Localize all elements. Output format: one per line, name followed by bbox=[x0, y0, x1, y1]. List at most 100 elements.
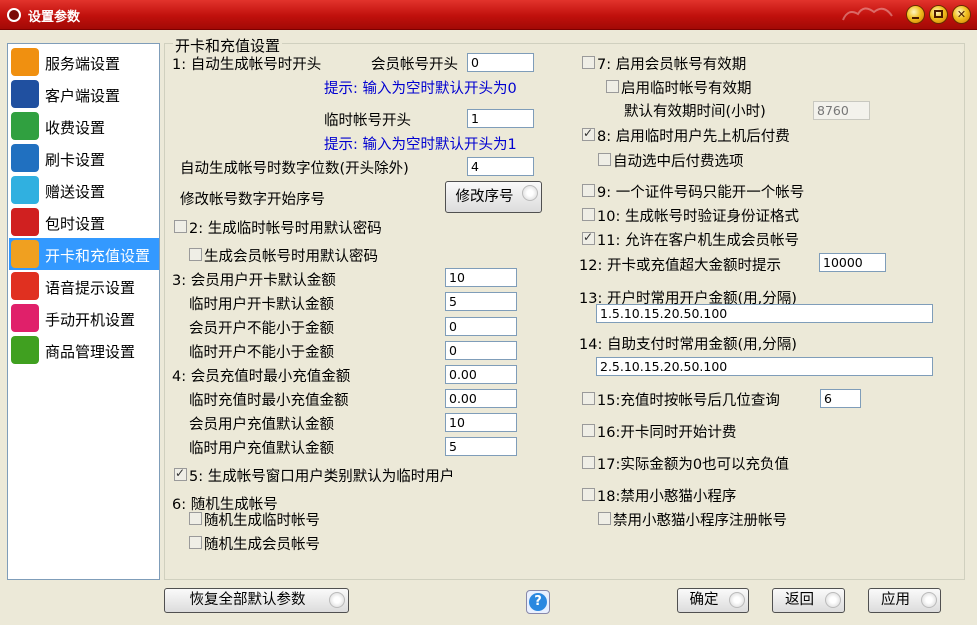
title-bar: 设置参数 ✕ bbox=[0, 0, 977, 30]
shopping-cart-icon bbox=[11, 336, 39, 364]
app-icon bbox=[7, 8, 21, 22]
s2b-label: 生成会员帐号时用默认密码 bbox=[204, 249, 378, 265]
s4-label: 4: 会员充值时最小充值金额 bbox=[172, 369, 351, 385]
s6b-checkbox[interactable] bbox=[189, 536, 202, 549]
s7-checkbox[interactable] bbox=[582, 56, 595, 69]
member-prefix-input[interactable]: 0 bbox=[467, 53, 534, 72]
minimize-icon bbox=[912, 17, 919, 19]
s17-label: 17:实际金额为0也可以充负值 bbox=[597, 457, 790, 473]
member-prefix-hint: 提示: 输入为空时默认开头为0 bbox=[324, 81, 517, 97]
s15-checkbox[interactable] bbox=[582, 392, 595, 405]
s3-input[interactable]: 10 bbox=[445, 268, 517, 287]
s15-input[interactable]: 6 bbox=[820, 389, 861, 408]
s2-label: 2: 生成临时帐号时用默认密码 bbox=[189, 221, 382, 237]
temp-prefix-label: 临时帐号开头 bbox=[324, 113, 411, 129]
restore-defaults-button[interactable]: 恢复全部默认参数 bbox=[164, 588, 349, 613]
sidebar-item-billing[interactable]: 收费设置 bbox=[9, 110, 159, 142]
s15-label: 15:充值时按帐号后几位查询 bbox=[597, 393, 780, 409]
temp-min-label: 临时开户不能小于金额 bbox=[189, 345, 334, 361]
sidebar-item-client[interactable]: 客户端设置 bbox=[9, 78, 159, 110]
minimize-button[interactable] bbox=[906, 5, 925, 24]
s5-label: 5: 生成帐号窗口用户类别默认为临时用户 bbox=[189, 469, 455, 485]
settings-panel: 开卡和充值设置 1: 自动生成帐号时开头 会员帐号开头 0 提示: 输入为空时默… bbox=[164, 35, 965, 580]
window-title: 设置参数 bbox=[28, 10, 81, 25]
sidebar-item-goods[interactable]: 商品管理设置 bbox=[9, 334, 159, 366]
s16-label: 16:开卡同时开始计费 bbox=[597, 425, 737, 441]
s8-label: 8: 启用临时用户先上机后付费 bbox=[597, 129, 790, 145]
digits-label: 自动生成帐号时数字位数(开头除外) bbox=[180, 161, 409, 177]
member-recharge-default-input[interactable]: 10 bbox=[445, 413, 517, 432]
gift-icon bbox=[11, 176, 39, 204]
close-button[interactable]: ✕ bbox=[952, 5, 971, 24]
temp-min-input[interactable]: 0 bbox=[445, 341, 517, 360]
sidebar-item-manual-boot[interactable]: 手动开机设置 bbox=[9, 302, 159, 334]
s7b-checkbox[interactable] bbox=[606, 80, 619, 93]
s10-label: 10: 生成帐号时验证身份证格式 bbox=[597, 209, 799, 225]
modify-start-label: 修改帐号数字开始序号 bbox=[180, 192, 325, 208]
ok-button[interactable]: 确定 bbox=[677, 588, 749, 613]
sidebar-item-gift[interactable]: 赠送设置 bbox=[9, 174, 159, 206]
s17-checkbox[interactable] bbox=[582, 456, 595, 469]
s6a-checkbox[interactable] bbox=[189, 512, 202, 525]
s16-checkbox[interactable] bbox=[582, 424, 595, 437]
s2-checkbox[interactable] bbox=[174, 220, 187, 233]
cloud-ornament-icon bbox=[842, 7, 893, 21]
apply-button[interactable]: 应用 bbox=[868, 588, 941, 613]
s1-label: 1: 自动生成帐号时开头 bbox=[172, 57, 322, 73]
temp-recharge-min-input[interactable]: 0.00 bbox=[445, 389, 517, 408]
s7b-label: 启用临时帐号有效期 bbox=[621, 81, 752, 97]
sidebar-item-card-recharge[interactable]: 开卡和充值设置 bbox=[9, 238, 159, 270]
s14-label: 14: 自助支付时常用金额(用,分隔) bbox=[579, 337, 797, 353]
maximize-icon bbox=[934, 10, 943, 18]
help-icon: ? bbox=[529, 593, 547, 611]
server-icon bbox=[11, 48, 39, 76]
digits-input[interactable]: 4 bbox=[467, 157, 534, 176]
s14-input[interactable]: 2.5.10.15.20.50.100 bbox=[596, 357, 933, 376]
s12-input[interactable]: 10000 bbox=[819, 253, 886, 272]
sidebar-item-package[interactable]: 包时设置 bbox=[9, 206, 159, 238]
s18b-label: 禁用小憨猫小程序注册帐号 bbox=[613, 513, 787, 529]
s18-label: 18:禁用小憨猫小程序 bbox=[597, 489, 737, 505]
sidebar-item-voice[interactable]: 语音提示设置 bbox=[9, 270, 159, 302]
s10-checkbox[interactable] bbox=[582, 208, 595, 221]
member-min-input[interactable]: 0 bbox=[445, 317, 517, 336]
s8b-label: 自动选中后付费选项 bbox=[613, 154, 744, 170]
s3-label: 3: 会员用户开卡默认金额 bbox=[172, 273, 336, 289]
timer-icon bbox=[11, 208, 39, 236]
s8b-checkbox[interactable] bbox=[598, 153, 611, 166]
help-button[interactable]: ? bbox=[526, 590, 550, 614]
temp-recharge-min-label: 临时充值时最小充值金额 bbox=[189, 393, 349, 409]
member-recharge-default-label: 会员用户充值默认金额 bbox=[189, 417, 334, 433]
temp-open-label: 临时用户开卡默认金额 bbox=[189, 297, 334, 313]
s9-checkbox[interactable] bbox=[582, 184, 595, 197]
s6a-label: 随机生成临时帐号 bbox=[204, 513, 320, 529]
validity-label: 默认有效期时间(小时) bbox=[624, 104, 766, 120]
back-button[interactable]: 返回 bbox=[772, 588, 845, 613]
sidebar-item-card[interactable]: 刷卡设置 bbox=[9, 142, 159, 174]
id-card-icon bbox=[11, 240, 39, 268]
temp-recharge-default-input[interactable]: 5 bbox=[445, 437, 517, 456]
sidebar-item-server[interactable]: 服务端设置 bbox=[9, 46, 159, 78]
maximize-button[interactable] bbox=[929, 5, 948, 24]
validity-input[interactable]: 8760 bbox=[813, 101, 870, 120]
s6b-label: 随机生成会员帐号 bbox=[204, 537, 320, 553]
s2b-checkbox[interactable] bbox=[189, 248, 202, 261]
s5-checkbox[interactable] bbox=[174, 466, 187, 481]
card-icon bbox=[11, 144, 39, 172]
s11-label: 11: 允许在客户机生成会员帐号 bbox=[597, 233, 799, 249]
s18-checkbox[interactable] bbox=[582, 488, 595, 501]
microphone-icon bbox=[11, 272, 39, 300]
s8-checkbox[interactable] bbox=[582, 126, 595, 141]
s12-label: 12: 开卡或充值超大金额时提示 bbox=[579, 258, 781, 274]
temp-prefix-input[interactable]: 1 bbox=[467, 109, 534, 128]
clock-money-icon bbox=[11, 112, 39, 140]
temp-recharge-default-label: 临时用户充值默认金额 bbox=[189, 441, 334, 457]
s7-label: 7: 启用会员帐号有效期 bbox=[597, 57, 747, 73]
s18b-checkbox[interactable] bbox=[598, 512, 611, 525]
temp-open-input[interactable]: 5 bbox=[445, 292, 517, 311]
s13-input[interactable]: 1.5.10.15.20.50.100 bbox=[596, 304, 933, 323]
monitor-icon bbox=[11, 80, 39, 108]
modify-number-button[interactable]: 修改序号 bbox=[445, 181, 542, 213]
s4-input[interactable]: 0.00 bbox=[445, 365, 517, 384]
s11-checkbox[interactable] bbox=[582, 230, 595, 245]
